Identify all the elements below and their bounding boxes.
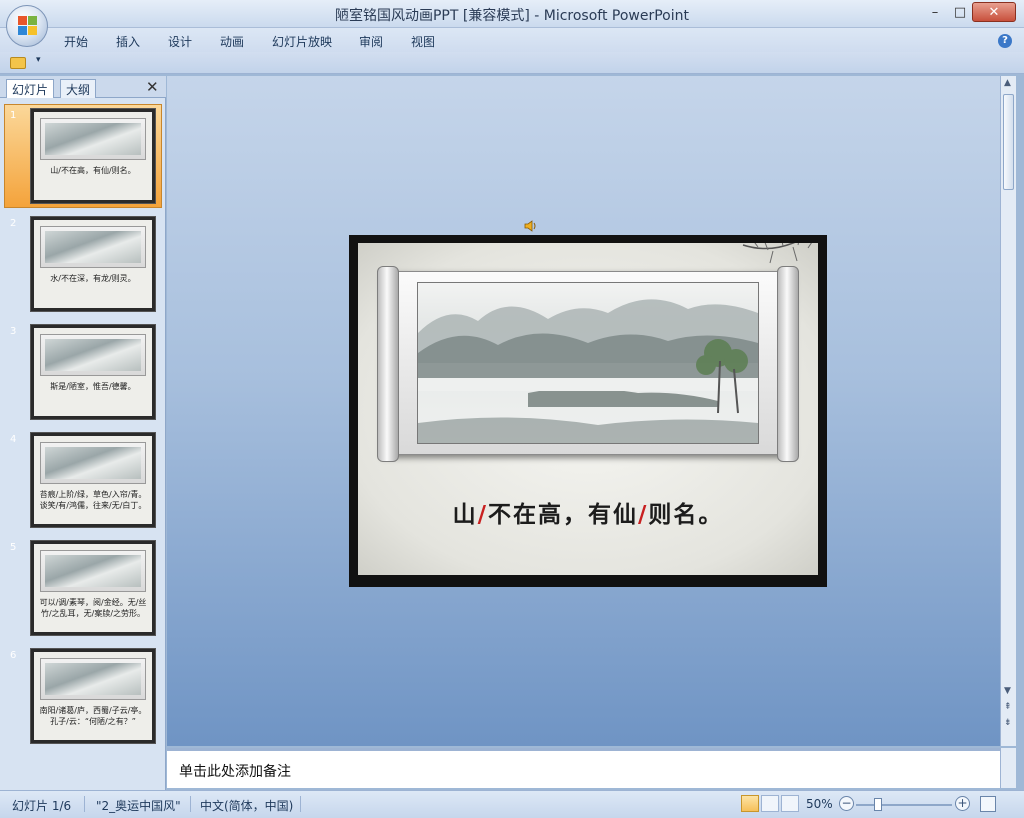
caption-text: 不在高，有仙 — [488, 502, 638, 528]
slides-pane: 幻灯片 大纲 ✕ 1 山/不在高，有仙/则名。 2 水/不在深，有龙/则灵。 3… — [0, 76, 166, 790]
next-slide-icon[interactable]: ⇟ — [1004, 718, 1012, 728]
slide-thumbnail-2[interactable]: 水/不在深，有龙/则灵。 — [30, 216, 156, 312]
slide-thumbnail-5[interactable]: 可以/调/素琴，阅/金经。无/丝竹/之乱耳，无/案牍/之劳形。 — [30, 540, 156, 636]
zoom-level[interactable]: 50% — [806, 797, 833, 811]
scroll-roll-left — [377, 266, 399, 462]
maximize-button[interactable]: □ — [948, 2, 972, 22]
slide-thumbnail-caption: 斯是/陋室，惟吾/德馨。 — [50, 381, 136, 391]
slide-number: 3 — [10, 326, 17, 337]
slide-number: 2 — [10, 218, 17, 229]
status-bar: 幻灯片 1/6 "2_奥运中国风" 中文(简体，中国) 50% − + — [0, 790, 1024, 818]
scroll-frame — [377, 266, 799, 462]
vertical-scrollbar[interactable]: ▲ ▼ ⇞ ⇟ — [1000, 76, 1016, 746]
slide-thumbnail-1[interactable]: 山/不在高，有仙/则名。 — [30, 108, 156, 204]
status-divider — [84, 796, 85, 812]
text-scroll-image — [45, 663, 141, 696]
fit-to-window-button[interactable] — [980, 796, 996, 812]
notes-scrollbar[interactable] — [1000, 748, 1016, 788]
zoom-slider-knob[interactable] — [874, 798, 882, 811]
speaker-icon[interactable] — [524, 219, 538, 233]
slide-caption[interactable]: 山/不在高，有仙/则名。 — [358, 495, 818, 529]
scroll-up-icon[interactable]: ▲ — [1004, 78, 1011, 88]
minimize-button[interactable]: – — [920, 2, 950, 22]
status-divider — [190, 796, 191, 812]
slide-sorter-view-button[interactable] — [761, 795, 779, 812]
notes-placeholder[interactable]: 单击此处添加备注 — [179, 761, 291, 781]
landscape-image — [45, 555, 141, 588]
caption-text: 山 — [452, 502, 478, 528]
open-folder-icon[interactable] — [10, 57, 26, 69]
slide-thumbnail-caption: 山/不在高，有仙/则名。 — [50, 165, 136, 175]
language[interactable]: 中文(简体，中国) — [200, 797, 293, 814]
window-title: 陋室铭国风动画PPT [兼容模式] - Microsoft PowerPoint — [334, 8, 689, 24]
scrollbar-thumb[interactable] — [1003, 94, 1014, 190]
zoom-in-button[interactable]: + — [955, 796, 970, 811]
theme-name[interactable]: "2_奥运中国风" — [96, 797, 181, 814]
slide-thumbnail-caption: 水/不在深，有龙/则灵。 — [50, 273, 136, 283]
slide-number: 4 — [10, 434, 17, 445]
tab-view[interactable]: 视图 — [411, 33, 435, 50]
ribbon-tab-bar: 开始 插入 设计 动画 幻灯片放映 审阅 视图 ? — [0, 28, 1024, 52]
pane-close-icon[interactable]: ✕ — [146, 78, 159, 96]
landscape-painting — [417, 282, 759, 444]
slide-thumbnail-3[interactable]: 斯是/陋室，惟吾/德馨。 — [30, 324, 156, 420]
slide-number: 1 — [10, 110, 17, 121]
scroll-down-icon[interactable]: ▼ — [1004, 686, 1011, 696]
normal-view-button[interactable] — [741, 795, 759, 812]
current-slide[interactable]: 山/不在高，有仙/则名。 — [349, 235, 827, 587]
slide-number: 5 — [10, 542, 17, 553]
help-icon[interactable]: ? — [998, 34, 1012, 48]
tab-home[interactable]: 开始 — [64, 33, 88, 50]
tab-animations[interactable]: 动画 — [220, 33, 244, 50]
previous-slide-icon[interactable]: ⇞ — [1004, 702, 1012, 712]
landscape-image — [45, 123, 141, 156]
scroll-roll-right — [777, 266, 799, 462]
slide-thumbnail-caption: 苔痕/上阶/绿，草色/入帘/青。谈笑/有/鸿儒，往来/无/白丁。 — [39, 489, 147, 510]
caption-text: 则名。 — [648, 502, 724, 528]
status-divider — [300, 796, 301, 812]
close-icon: ✕ — [988, 4, 1000, 20]
slide-number: 6 — [10, 650, 17, 661]
landscape-image — [45, 339, 141, 372]
tab-outline[interactable]: 大纲 — [60, 79, 97, 98]
zoom-slider[interactable] — [856, 804, 952, 806]
caption-separator: / — [638, 502, 649, 528]
slide-canvas: 山/不在高，有仙/则名。 — [358, 243, 818, 575]
title-bar: 陋室铭国风动画PPT [兼容模式] - Microsoft PowerPoint… — [0, 0, 1024, 28]
office-button[interactable] — [6, 5, 48, 47]
mountain-landscape-image — [418, 299, 758, 443]
slide-thumbnail-4[interactable]: 苔痕/上阶/绿，草色/入帘/青。谈笑/有/鸿儒，往来/无/白丁。 — [30, 432, 156, 528]
tab-design[interactable]: 设计 — [168, 33, 192, 50]
zoom-out-button[interactable]: − — [839, 796, 854, 811]
tab-slides[interactable]: 幻灯片 — [6, 79, 55, 98]
quick-access-toolbar: ▾ — [0, 52, 1024, 74]
tab-slideshow[interactable]: 幻灯片放映 — [272, 33, 332, 50]
notes-pane[interactable]: 单击此处添加备注 — [167, 748, 1000, 788]
slide-thumbnail-caption: 南阳/诸葛/庐，西蜀/子云/亭。孔子/云：“何陋/之有？” — [39, 705, 147, 726]
landscape-image — [45, 231, 141, 264]
slide-thumbnail-caption: 可以/调/素琴，阅/金经。无/丝竹/之乱耳，无/案牍/之劳形。 — [39, 597, 147, 618]
office-logo-icon — [18, 16, 38, 36]
tab-insert[interactable]: 插入 — [116, 33, 140, 50]
pane-tab-bar: 幻灯片 大纲 ✕ — [0, 76, 166, 98]
slide-position: 幻灯片 1/6 — [12, 799, 72, 813]
tab-review[interactable]: 审阅 — [359, 33, 383, 50]
close-button[interactable]: ✕ — [972, 2, 1016, 22]
slide-thumbnail-6[interactable]: 南阳/诸葛/庐，西蜀/子云/亭。孔子/云：“何陋/之有？” — [30, 648, 156, 744]
slideshow-view-button[interactable] — [781, 795, 799, 812]
landscape-image — [45, 447, 141, 480]
qat-dropdown-icon[interactable]: ▾ — [36, 55, 41, 65]
caption-separator: / — [477, 502, 488, 528]
